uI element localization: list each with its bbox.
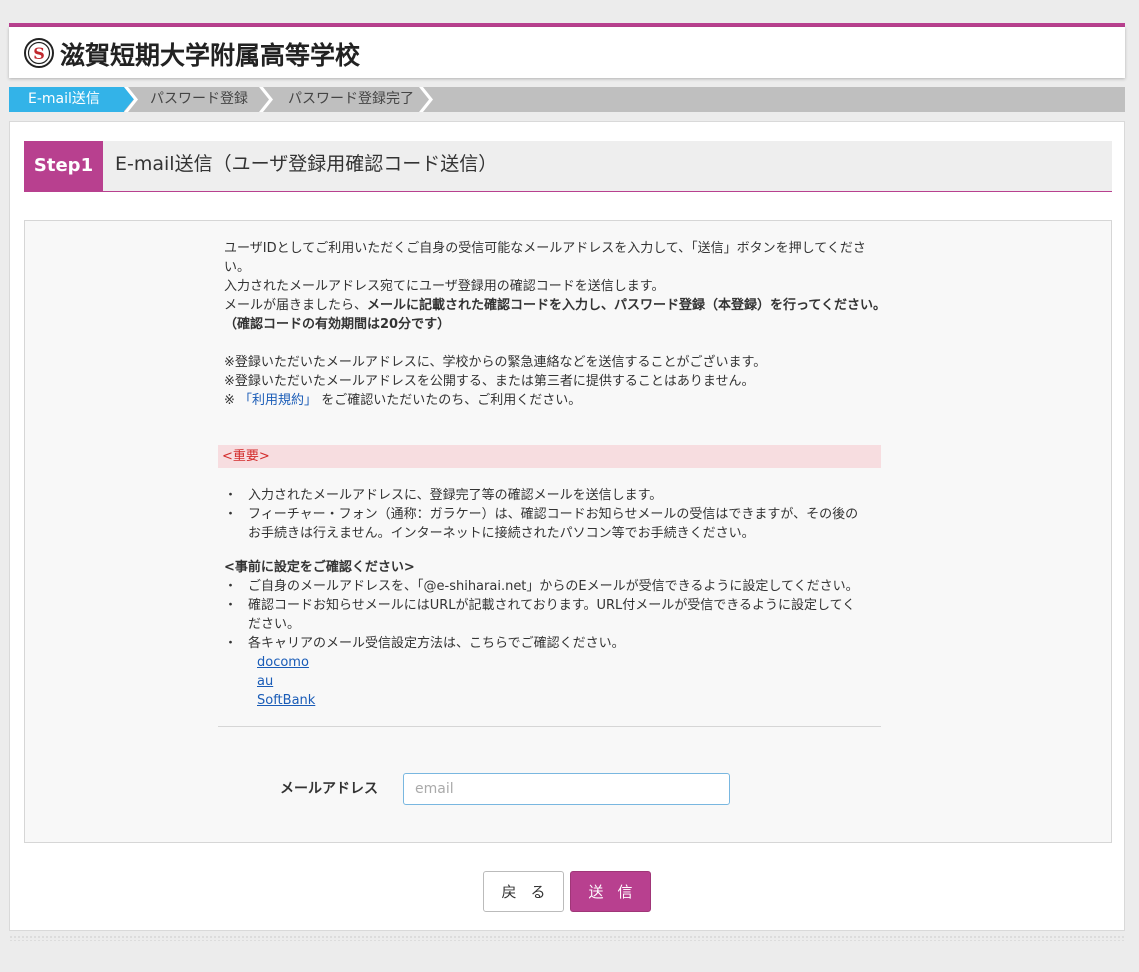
footer-dots <box>9 935 1125 941</box>
progress-steps: E-mail送信 パスワード登録 パスワード登録完了 <box>9 87 1125 112</box>
carrier-link-docomo[interactable]: docomo <box>257 653 309 672</box>
logo-letter: S <box>33 44 45 63</box>
site-header: S 滋賀短期大学附属高等学校 <box>9 27 1125 78</box>
step-separator-icon <box>419 87 433 112</box>
school-name: 滋賀短期大学附属高等学校 <box>60 41 361 70</box>
carrier-link-softbank[interactable]: SoftBank <box>257 691 315 710</box>
list-item: ・確認コードお知らせメールにはURLが記載されております。URL付メールが受信で… <box>224 598 856 613</box>
step-password-register: パスワード登録 <box>150 91 248 107</box>
section-heading: <事前に設定をご確認ください> <box>224 560 415 575</box>
carrier-link-au[interactable]: au <box>257 672 273 691</box>
intro-line: メールが届きましたら、メールに記載された確認コードを入力し、パスワード登録（本登… <box>224 298 886 313</box>
email-input[interactable] <box>403 773 730 805</box>
note-line: ※登録いただいたメールアドレスを公開する、または第三者に提供することはありません… <box>224 374 755 389</box>
email-label: メールアドレス <box>280 781 378 797</box>
main-card: Step1 E-mail送信（ユーザ登録用確認コード送信） ユーザIDとしてご利… <box>9 121 1125 931</box>
school-logo-icon: S <box>24 38 54 68</box>
list-item-continued: お手続きは行えません。インターネットに接続されたパソコン等でお手続きください。 <box>248 526 755 541</box>
back-button[interactable]: 戻る <box>483 871 564 912</box>
step-label: E-mail送信 <box>28 91 100 107</box>
list-item: ・ご自身のメールアドレスを、「@e-shiharai.net」からのEメールが受… <box>224 579 859 594</box>
intro-line: ユーザIDとしてご利用いただくご自身の受信可能なメールアドレスを入力して、「送信… <box>224 241 866 256</box>
list-item: ・各キャリアのメール受信設定方法は、こちらでご確認ください。 <box>224 636 625 651</box>
step-separator-icon <box>124 87 138 112</box>
step-separator-icon <box>259 87 273 112</box>
list-item: ・入力されたメールアドレスに、登録完了等の確認メールを送信します。 <box>224 488 663 503</box>
note-line: ※登録いただいたメールアドレスに、学校からの緊急連絡などを送信することがございま… <box>224 355 767 370</box>
list-item: ・フィーチャー・フォン（通称：ガラケー）は、確認コードお知らせメールの受信はでき… <box>224 507 859 522</box>
info-panel: ユーザIDとしてご利用いただくご自身の受信可能なメールアドレスを入力して、「送信… <box>24 220 1112 843</box>
step-badge: Step1 <box>24 141 103 191</box>
step-password-complete: パスワード登録完了 <box>288 91 414 107</box>
intro-line: （確認コードの有効期間は20分です） <box>224 317 451 332</box>
divider <box>218 726 881 727</box>
step-heading: Step1 E-mail送信（ユーザ登録用確認コード送信） <box>24 141 1112 192</box>
list-item-continued: ださい。 <box>248 617 301 632</box>
page-title: E-mail送信（ユーザ登録用確認コード送信） <box>115 153 498 175</box>
terms-link[interactable]: 「利用規約」 <box>239 393 317 408</box>
step-email-send: E-mail送信 <box>9 87 134 112</box>
note-line: ※ 「利用規約」 をご確認いただいたのち、ご利用ください。 <box>224 393 582 408</box>
important-banner: <重要> <box>218 445 881 468</box>
send-button[interactable]: 送信 <box>570 871 651 912</box>
intro-line: い。 <box>224 260 251 275</box>
intro-line: 入力されたメールアドレス宛てにユーザ登録用の確認コードを送信します。 <box>224 279 665 294</box>
